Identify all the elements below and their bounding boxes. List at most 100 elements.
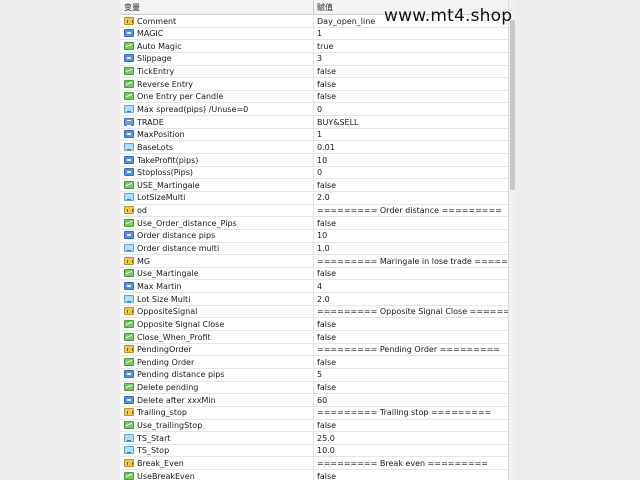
parameter-value[interactable]: ========= Opposite Signal Close ========… (317, 307, 516, 316)
parameter-value[interactable]: ========= Order distance ========= (317, 206, 502, 215)
table-row[interactable]: Max Martin 4 (120, 280, 508, 294)
parameter-value[interactable]: 5 (317, 370, 322, 379)
parameter-value[interactable]: 0.01 (317, 143, 335, 152)
header-value[interactable]: 赋值 (317, 2, 333, 13)
parameter-value[interactable]: ========= Maringale in lose trade ======… (317, 257, 516, 266)
parameter-value[interactable]: false (317, 181, 336, 190)
parameter-value[interactable]: false (317, 472, 336, 480)
table-row[interactable]: Use_Martingale false (120, 267, 508, 281)
parameter-value[interactable]: 60 (317, 396, 327, 405)
table-row[interactable]: Stoploss(Pips) 0 (120, 166, 508, 180)
header-divider[interactable] (313, 0, 314, 14)
table-row[interactable]: Slippage 3 (120, 52, 508, 66)
bool-type-icon (124, 79, 134, 88)
table-row[interactable]: Close_When_Profit false (120, 331, 508, 344)
parameter-name: Order distance pips (137, 231, 216, 241)
table-row[interactable]: Delete pending false (120, 381, 508, 395)
parameter-name: Break_Even (137, 458, 184, 468)
table-row[interactable]: Order distance multi 1.0 (120, 242, 508, 256)
parameter-name: Stoploss(Pips) (137, 168, 193, 178)
table-row[interactable]: Pending Order false (120, 356, 508, 369)
parameter-value[interactable]: ========= Break even ========= (317, 459, 488, 468)
table-row[interactable]: UseBreakEven false (120, 470, 508, 480)
table-row[interactable]: LotSizeMulti 2.0 (120, 191, 508, 205)
table-row[interactable]: USE_Martingale false (120, 179, 508, 192)
table-row[interactable]: Opposite Signal Close false (120, 318, 508, 332)
integer-type-icon (124, 370, 134, 379)
parameter-value[interactable]: ========= Trailing stop ========= (317, 408, 491, 417)
parameter-value[interactable]: false (317, 219, 336, 228)
table-row[interactable]: MAGIC 1 (120, 27, 508, 41)
parameter-value[interactable]: false (317, 383, 336, 392)
integer-type-icon (124, 130, 134, 139)
table-row[interactable]: Auto Magic true (120, 40, 508, 53)
parameter-name: Pending Order (137, 357, 195, 367)
table-row[interactable]: Delete after xxxMin 60 (120, 394, 508, 407)
bool-type-icon (124, 471, 134, 480)
parameter-value[interactable]: 0 (317, 105, 322, 114)
parameter-value[interactable]: 1.0 (317, 244, 330, 253)
column-divider (313, 229, 314, 242)
double-type-icon (124, 446, 134, 455)
table-row[interactable]: Pending distance pips 5 (120, 368, 508, 382)
scrollbar-thumb[interactable] (510, 20, 515, 190)
parameter-value[interactable]: Day_open_line (317, 17, 375, 26)
parameter-value[interactable]: 2.0 (317, 295, 330, 304)
table-row[interactable]: BaseLots 0.01 (120, 141, 508, 155)
table-row[interactable]: TickEntry false (120, 65, 508, 79)
table-row[interactable]: Break_Even ========= Break even ========= (120, 457, 508, 471)
parameter-value[interactable]: ========= Pending Order ========= (317, 345, 500, 354)
bool-type-icon (124, 180, 134, 189)
table-row[interactable]: Use_trailingStop false (120, 419, 508, 433)
parameter-name: Auto Magic (137, 41, 182, 51)
parameter-value[interactable]: true (317, 42, 333, 51)
table-row[interactable]: TS_Start 25.0 (120, 432, 508, 445)
parameter-value[interactable]: 25.0 (317, 434, 335, 443)
table-row[interactable]: MG ========= Maringale in lose trade ====… (120, 255, 516, 268)
parameter-value[interactable]: 1 (317, 29, 322, 38)
table-row[interactable]: OppositeSignal ========= Opposite Signal … (120, 305, 516, 319)
table-row[interactable]: Max spread(pips) /Unuse=0 0 (120, 103, 508, 117)
table-row[interactable]: PendingOrder ========= Pending Order ====… (120, 343, 508, 357)
table-row[interactable]: TakeProfit(pips) 10 (120, 154, 508, 167)
parameter-value[interactable]: 0 (317, 168, 322, 177)
double-type-icon (124, 433, 134, 442)
parameter-value[interactable]: false (317, 333, 336, 342)
string-type-icon (124, 408, 134, 417)
parameter-value[interactable]: false (317, 269, 336, 278)
parameter-value[interactable]: false (317, 421, 336, 430)
table-row[interactable]: od ========= Order distance ========= (120, 204, 508, 218)
parameter-name: od (137, 206, 147, 216)
parameter-name: Reverse Entry (137, 79, 193, 89)
integer-type-icon (124, 155, 134, 164)
parameter-value[interactable]: 10 (317, 231, 327, 240)
parameter-value[interactable]: false (317, 67, 336, 76)
table-row[interactable]: MaxPosition 1 (120, 128, 508, 142)
parameter-value[interactable]: 10.0 (317, 446, 335, 455)
parameter-value[interactable]: 3 (317, 54, 322, 63)
table-row[interactable]: Lot Size Multi 2.0 (120, 293, 508, 306)
table-row[interactable]: Reverse Entry false (120, 78, 508, 91)
parameter-value[interactable]: false (317, 92, 336, 101)
column-divider (313, 204, 314, 217)
parameter-value[interactable]: BUY&SELL (317, 118, 359, 127)
parameter-value[interactable]: false (317, 358, 336, 367)
parameter-value[interactable]: false (317, 80, 336, 89)
table-row[interactable]: Order distance pips 10 (120, 229, 508, 243)
bool-type-icon (124, 92, 134, 101)
integer-type-icon (124, 54, 134, 63)
column-divider (313, 128, 314, 141)
parameter-value[interactable]: 1 (317, 130, 322, 139)
table-row[interactable]: TRADE BUY&SELL (120, 116, 508, 129)
table-row[interactable]: TS_Stop 10.0 (120, 444, 508, 458)
table-row[interactable]: One Entry per Candle false (120, 90, 508, 104)
parameter-value[interactable]: false (317, 320, 336, 329)
parameter-value[interactable]: 4 (317, 282, 322, 291)
table-row[interactable]: Use_Order_distance_Pips false (120, 217, 508, 230)
parameter-name: TS_Start (137, 433, 171, 443)
vertical-scrollbar[interactable] (508, 0, 516, 480)
parameter-value[interactable]: 10 (317, 156, 327, 165)
table-row[interactable]: Trailing_stop ========= Trailing stop ===… (120, 406, 508, 420)
parameter-value[interactable]: 2.0 (317, 193, 330, 202)
header-variable[interactable]: 变量 (124, 2, 140, 13)
